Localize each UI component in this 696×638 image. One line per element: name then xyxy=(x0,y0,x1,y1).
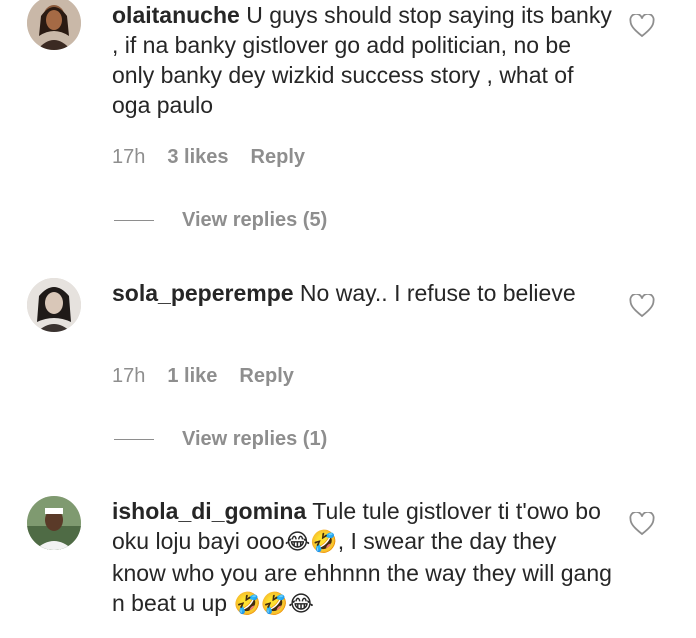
avatar[interactable] xyxy=(27,278,81,332)
comment-time: 17h xyxy=(112,365,146,387)
likes-count[interactable]: 1 like xyxy=(167,365,217,388)
heart-outline-icon[interactable] xyxy=(629,510,655,536)
heart-outline-icon[interactable] xyxy=(629,292,655,318)
comment-body: No way.. I refuse to believe xyxy=(299,280,576,306)
divider-line xyxy=(114,439,154,440)
view-replies-label[interactable]: View replies (5) xyxy=(182,209,327,232)
reply-button[interactable]: Reply xyxy=(239,365,293,388)
reply-button[interactable]: Reply xyxy=(251,146,305,169)
view-replies-label[interactable]: View replies (1) xyxy=(182,428,327,451)
emoji-laughing-icon: 🤣🤣😂 xyxy=(233,592,315,617)
comment-meta: 17h 1 like Reply xyxy=(112,365,294,388)
comment-meta: 17h 3 likes Reply xyxy=(112,146,305,169)
heart-outline-icon[interactable] xyxy=(629,12,655,38)
divider-line xyxy=(114,220,154,221)
avatar[interactable] xyxy=(27,0,81,50)
view-replies-button[interactable]: View replies (5) xyxy=(114,209,327,232)
view-replies-button[interactable]: View replies (1) xyxy=(114,428,327,451)
comment-username[interactable]: olaitanuche xyxy=(112,2,240,28)
comment-text: olaitanuche U guys should stop saying it… xyxy=(112,0,612,120)
emoji-laughing-icon: 😂🤣 xyxy=(284,530,338,555)
comment-username[interactable]: ishola_di_gomina xyxy=(112,498,306,524)
comment-time: 17h xyxy=(112,146,146,168)
comment-text: sola_peperempe No way.. I refuse to beli… xyxy=(112,278,612,308)
comment-username[interactable]: sola_peperempe xyxy=(112,280,294,306)
likes-count[interactable]: 3 likes xyxy=(167,146,228,169)
comment-text: ishola_di_gomina Tule tule gistlover ti … xyxy=(112,496,612,620)
avatar[interactable] xyxy=(27,496,81,550)
